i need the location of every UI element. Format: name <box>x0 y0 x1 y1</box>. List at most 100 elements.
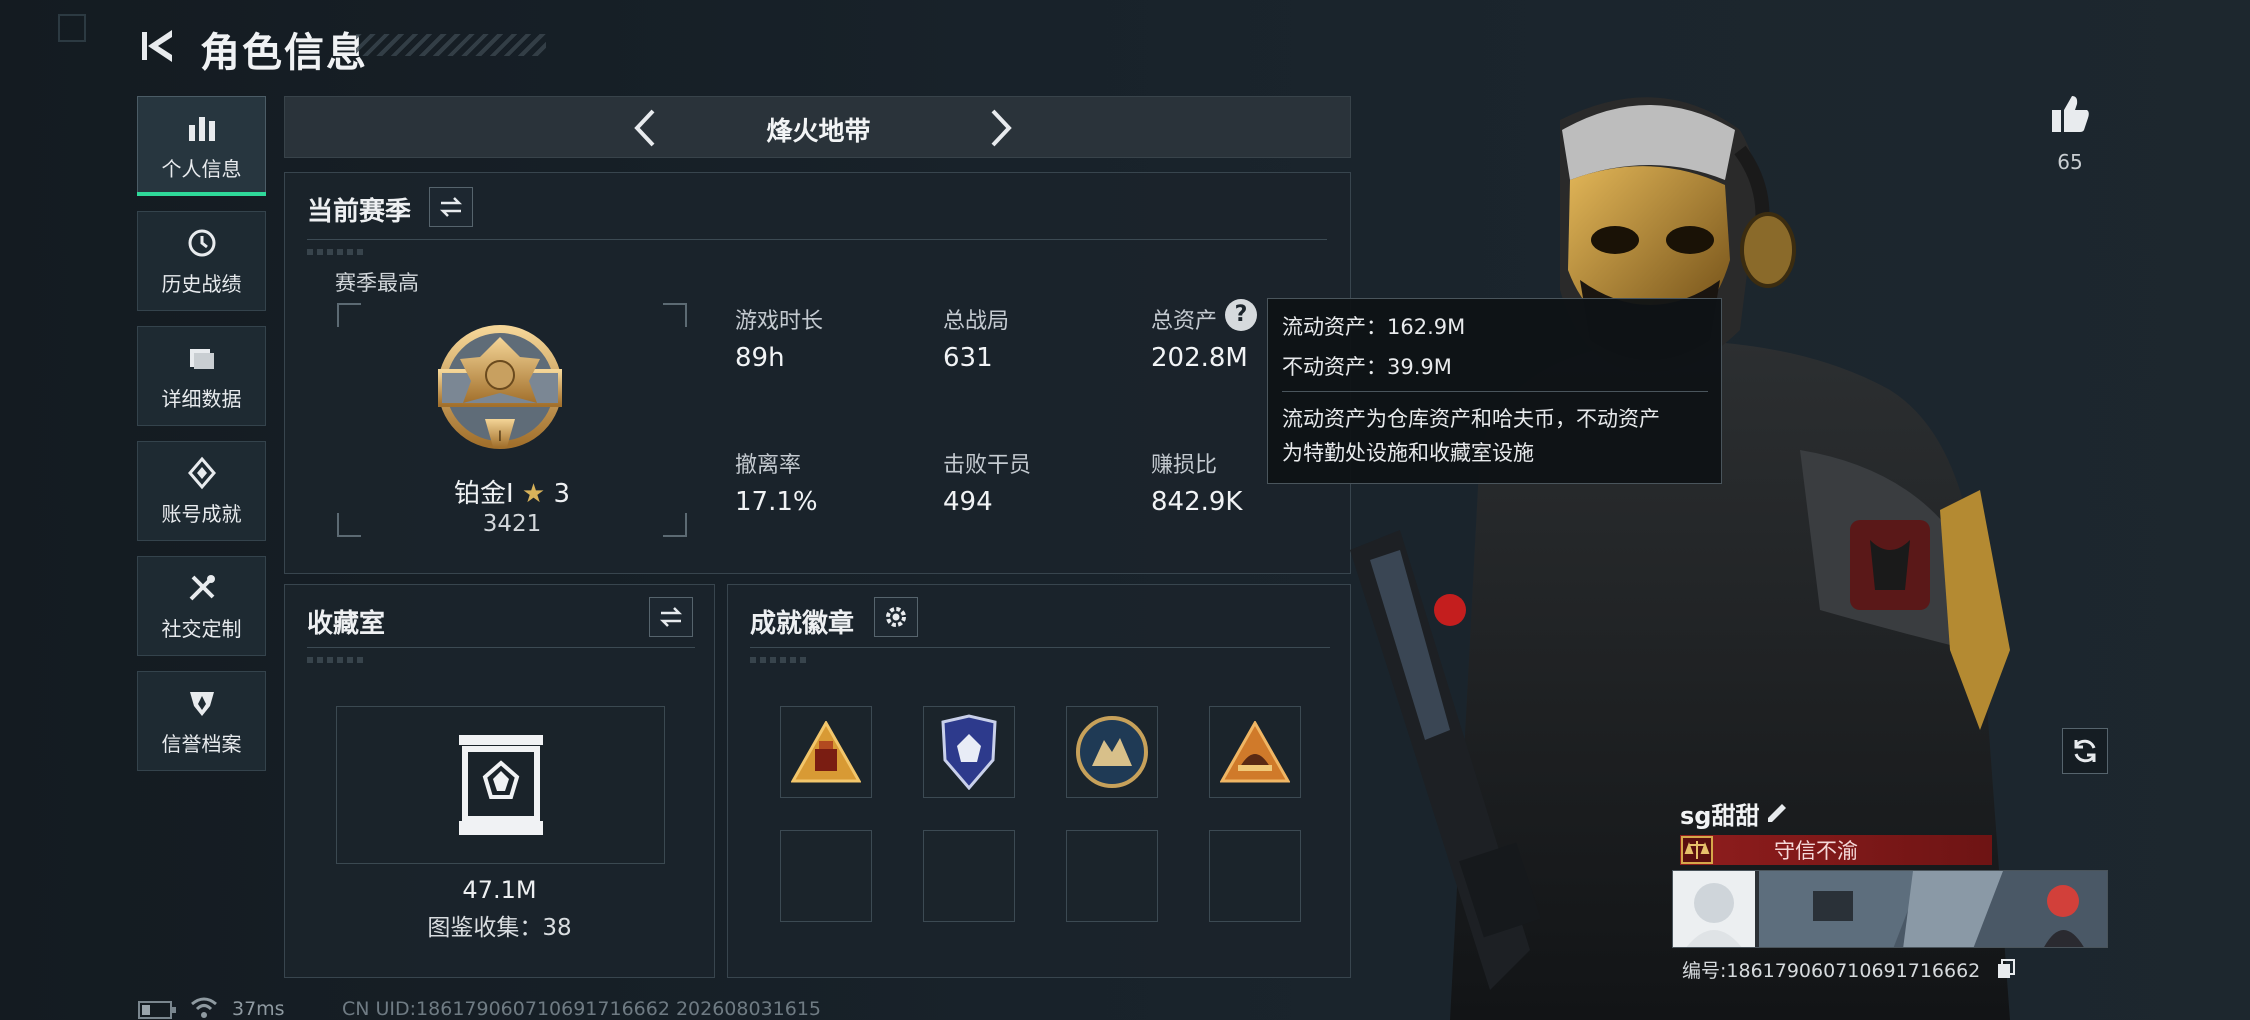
battery-icon <box>138 1001 176 1019</box>
sidebar-item-personal-info[interactable]: 个人信息 <box>137 96 266 196</box>
season-best-label: 赛季最高 <box>335 271 419 295</box>
history-clock-icon <box>188 229 215 256</box>
rank-name: 铂金Ⅰ <box>453 479 514 509</box>
badge-slot-empty[interactable] <box>1209 830 1301 922</box>
frame-corner <box>337 303 361 327</box>
sidebar-item-label: 历史战绩 <box>161 271 242 296</box>
divider <box>750 647 1330 648</box>
title-badge[interactable]: 守信不渝 <box>1680 835 1992 865</box>
gear-icon <box>886 607 906 627</box>
vault-icon <box>459 735 543 835</box>
frame-corner <box>663 303 687 327</box>
round-emblem-badge-icon <box>1076 716 1148 788</box>
help-icon[interactable]: ? <box>1225 299 1257 331</box>
achievement-diamond-icon <box>187 456 216 489</box>
assets-tooltip: 流动资产：162.9M 不动资产：39.9M 流动资产为仓库资产和哈夫币，不动资… <box>1267 298 1722 484</box>
season-panel: 当前赛季 赛季最高 Ⅰ 铂金Ⅰ ★ 3 3421 游戏时长 89h 总战局 63… <box>284 172 1351 574</box>
collection-display[interactable] <box>336 706 665 864</box>
like-count: 65 <box>2057 150 2083 174</box>
mode-selector: 烽火地带 <box>284 96 1351 158</box>
rank-stars: 3 <box>553 479 571 509</box>
ping-readout: 37ms <box>232 998 285 1020</box>
sidebar-item-label: 社交定制 <box>161 616 242 641</box>
tooltip-liquid-assets: 流动资产：162.9M <box>1282 315 1466 339</box>
player-id: 编号:1861790607106917166​62 <box>1682 960 1981 982</box>
title-badge-label: 守信不渝 <box>1774 839 1858 863</box>
player-banner[interactable] <box>1672 870 2108 948</box>
scale-emblem-icon <box>1681 836 1713 864</box>
tools-icon <box>189 574 215 600</box>
title-decoration <box>356 34 546 56</box>
stat-value: 17.1% <box>735 487 818 517</box>
sidebar-item-match-history[interactable]: 历史战绩 <box>137 211 266 311</box>
sidebar-item-social-custom[interactable]: 社交定制 <box>137 556 266 656</box>
sidebar-item-account-achievement[interactable]: 账号成就 <box>137 441 266 541</box>
rank-line: 铂金Ⅰ ★ 3 <box>337 473 687 510</box>
sidebar-item-reputation[interactable]: 信誉档案 <box>137 671 266 771</box>
rotate-view-button[interactable] <box>2062 728 2108 774</box>
badge-slot-empty[interactable] <box>1066 830 1158 922</box>
collection-value: 47.1M <box>462 876 537 904</box>
uid-readout: CN UID:18617906071069171666​2 2026080316… <box>342 998 822 1020</box>
season-switch-button[interactable] <box>429 187 473 227</box>
sidebar-item-label: 账号成就 <box>161 501 242 526</box>
stat-label: 撤离率 <box>735 453 802 478</box>
stat-label: 击败干员 <box>943 453 1032 478</box>
badges-title: 成就徽章 <box>750 609 855 639</box>
star-icon: ★ <box>521 479 546 509</box>
sidebar-item-detailed-data[interactable]: 详细数据 <box>137 326 266 426</box>
folder-icon <box>189 348 214 369</box>
chevron-right-icon[interactable] <box>977 105 1023 151</box>
stat-value: 202.8M <box>1151 343 1248 373</box>
stat-value: 842.9K <box>1151 487 1243 517</box>
badge-slot[interactable] <box>923 706 1015 798</box>
copy-icon[interactable] <box>1996 958 2016 980</box>
collection-title: 收藏室 <box>307 609 386 639</box>
tooltip-desc-line1: 流动资产为仓库资产和哈夫币，不动资产 <box>1282 407 1660 431</box>
player-name: sg甜甜 <box>1680 802 1760 830</box>
back-arrow-icon[interactable] <box>138 24 178 68</box>
triangle-badge-icon <box>791 721 861 783</box>
corner-mark <box>58 14 86 42</box>
stat-value: 89h <box>735 343 785 373</box>
collection-switch-button[interactable] <box>649 597 693 637</box>
stat-label: 游戏时长 <box>735 309 824 334</box>
thumbs-up-icon[interactable] <box>2048 92 2092 136</box>
sidebar-item-label: 详细数据 <box>161 386 242 411</box>
decor-lines <box>750 657 810 663</box>
wifi-icon <box>191 997 217 1018</box>
badge-slot[interactable] <box>1066 706 1158 798</box>
divider <box>1282 391 1708 392</box>
page-title: 角色信息 <box>200 30 368 76</box>
sidebar-item-label: 信誉档案 <box>161 731 242 756</box>
decor-lines <box>307 657 367 663</box>
rank-emblem-icon: Ⅰ <box>438 325 562 449</box>
badge-slot[interactable] <box>780 706 872 798</box>
swap-icon <box>659 607 683 627</box>
stat-label: 总战局 <box>943 309 1010 334</box>
badge-slot-empty[interactable] <box>923 830 1015 922</box>
anime-banner-image <box>1673 871 2107 947</box>
badge-settings-button[interactable] <box>874 597 918 637</box>
reputation-shield-icon <box>189 691 214 716</box>
rank-points: 3421 <box>482 511 542 537</box>
tooltip-desc-line2: 为特勤处设施和收藏室设施 <box>1282 441 1534 465</box>
season-title: 当前赛季 <box>307 197 412 227</box>
decor-lines <box>307 249 367 255</box>
divider <box>307 239 1327 240</box>
badge-slot[interactable] <box>1209 706 1301 798</box>
tooltip-fixed-assets: 不动资产：39.9M <box>1282 355 1452 379</box>
divider <box>307 647 695 648</box>
swap-icon <box>439 197 463 217</box>
edit-pencil-icon[interactable] <box>1764 798 1790 824</box>
stat-value: 631 <box>943 343 993 373</box>
stat-label: 赚损比 <box>1151 453 1218 478</box>
badge-slot-empty[interactable] <box>780 830 872 922</box>
police-shield-badge-icon <box>941 714 997 790</box>
sidebar-item-label: 个人信息 <box>161 156 242 181</box>
refresh-icon <box>2074 739 2096 763</box>
mode-title: 烽火地带 <box>766 117 871 147</box>
stat-value: 494 <box>943 487 993 517</box>
bar-chart-icon <box>188 116 215 141</box>
svg-text:Ⅰ: Ⅰ <box>498 429 502 445</box>
